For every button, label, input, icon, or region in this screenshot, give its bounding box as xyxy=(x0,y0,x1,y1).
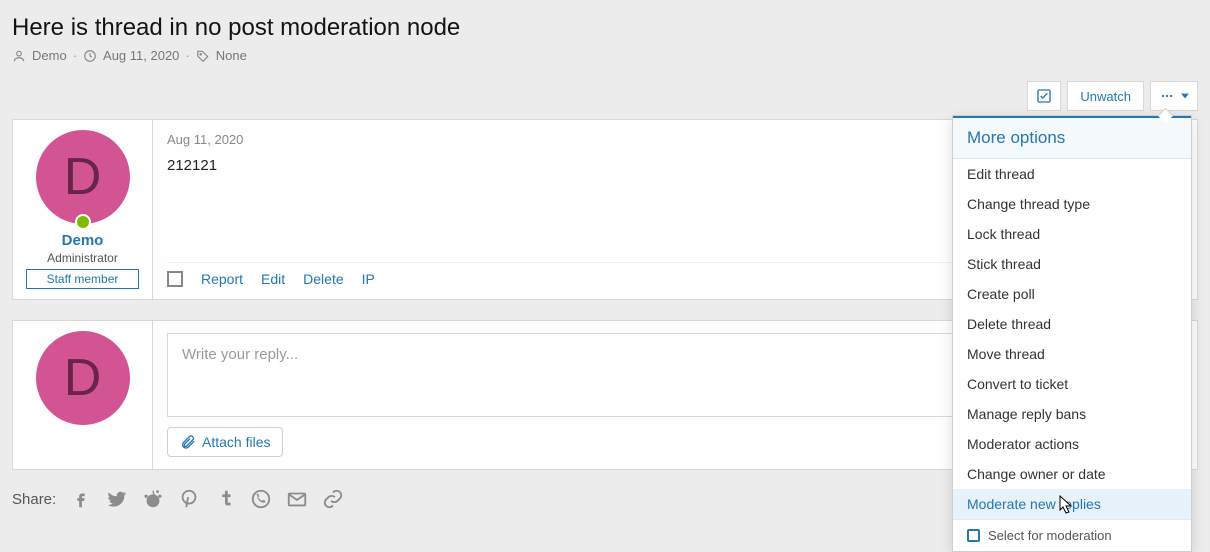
reply-avatar[interactable]: D xyxy=(36,331,130,425)
dropdown-item-manage-reply-bans[interactable]: Manage reply bans xyxy=(953,399,1191,429)
pinterest-icon[interactable] xyxy=(178,488,200,510)
email-icon[interactable] xyxy=(286,488,308,510)
caret-down-icon xyxy=(1181,92,1189,100)
post-author-name[interactable]: Demo xyxy=(17,232,148,249)
ip-link[interactable]: IP xyxy=(362,271,375,287)
post-select-checkbox[interactable] xyxy=(167,271,183,287)
dropdown-item-change-thread-type[interactable]: Change thread type xyxy=(953,189,1191,219)
dropdown-item-convert-to-ticket[interactable]: Convert to ticket xyxy=(953,369,1191,399)
checkbox-icon xyxy=(967,529,980,542)
paperclip-icon xyxy=(180,434,196,450)
facebook-icon[interactable] xyxy=(70,488,92,510)
more-options-button[interactable] xyxy=(1150,81,1198,111)
thread-title: Here is thread in no post moderation nod… xyxy=(12,14,1198,42)
clock-icon xyxy=(83,49,97,63)
whatsapp-icon[interactable] xyxy=(250,488,272,510)
dropdown-header: More options xyxy=(953,118,1191,159)
twitter-icon[interactable] xyxy=(106,488,128,510)
staff-badge: Staff member xyxy=(26,269,140,289)
more-options-dropdown: More options Edit threadChange thread ty… xyxy=(952,115,1192,552)
report-link[interactable]: Report xyxy=(201,271,243,287)
dropdown-item-create-poll[interactable]: Create poll xyxy=(953,279,1191,309)
dropdown-item-moderator-actions[interactable]: Moderator actions xyxy=(953,429,1191,459)
checkbox-checked-icon xyxy=(1036,88,1052,104)
dots-icon xyxy=(1159,89,1175,103)
dropdown-item-moderate-new-replies[interactable]: Moderate new replies xyxy=(953,489,1191,519)
edit-link[interactable]: Edit xyxy=(261,271,285,287)
select-for-moderation-label: Select for moderation xyxy=(988,528,1112,543)
select-for-moderation[interactable]: Select for moderation xyxy=(953,520,1191,551)
post-author-role: Administrator xyxy=(17,251,148,265)
dropdown-item-move-thread[interactable]: Move thread xyxy=(953,339,1191,369)
dropdown-item-edit-thread[interactable]: Edit thread xyxy=(953,159,1191,189)
attach-label: Attach files xyxy=(202,434,270,450)
avatar[interactable]: D xyxy=(36,130,130,224)
user-icon xyxy=(12,49,26,63)
unwatch-button[interactable]: Unwatch xyxy=(1067,81,1144,111)
tumblr-icon[interactable] xyxy=(214,488,236,510)
delete-link[interactable]: Delete xyxy=(303,271,343,287)
dropdown-item-stick-thread[interactable]: Stick thread xyxy=(953,249,1191,279)
attach-files-button[interactable]: Attach files xyxy=(167,427,283,457)
thread-prefix: None xyxy=(216,48,247,63)
thread-meta: Demo · Aug 11, 2020 · None xyxy=(12,48,1198,63)
reddit-icon[interactable] xyxy=(142,488,164,510)
thread-date: Aug 11, 2020 xyxy=(103,48,179,63)
tag-icon xyxy=(196,49,210,63)
dropdown-item-lock-thread[interactable]: Lock thread xyxy=(953,219,1191,249)
presence-icon xyxy=(75,214,91,230)
thread-author: Demo xyxy=(32,48,67,63)
dropdown-item-delete-thread[interactable]: Delete thread xyxy=(953,309,1191,339)
dropdown-item-change-owner-or-date[interactable]: Change owner or date xyxy=(953,459,1191,489)
link-icon[interactable] xyxy=(322,488,344,510)
share-label: Share: xyxy=(12,491,56,508)
unwatch-label: Unwatch xyxy=(1080,89,1131,104)
select-checkbox-button[interactable] xyxy=(1027,81,1061,111)
